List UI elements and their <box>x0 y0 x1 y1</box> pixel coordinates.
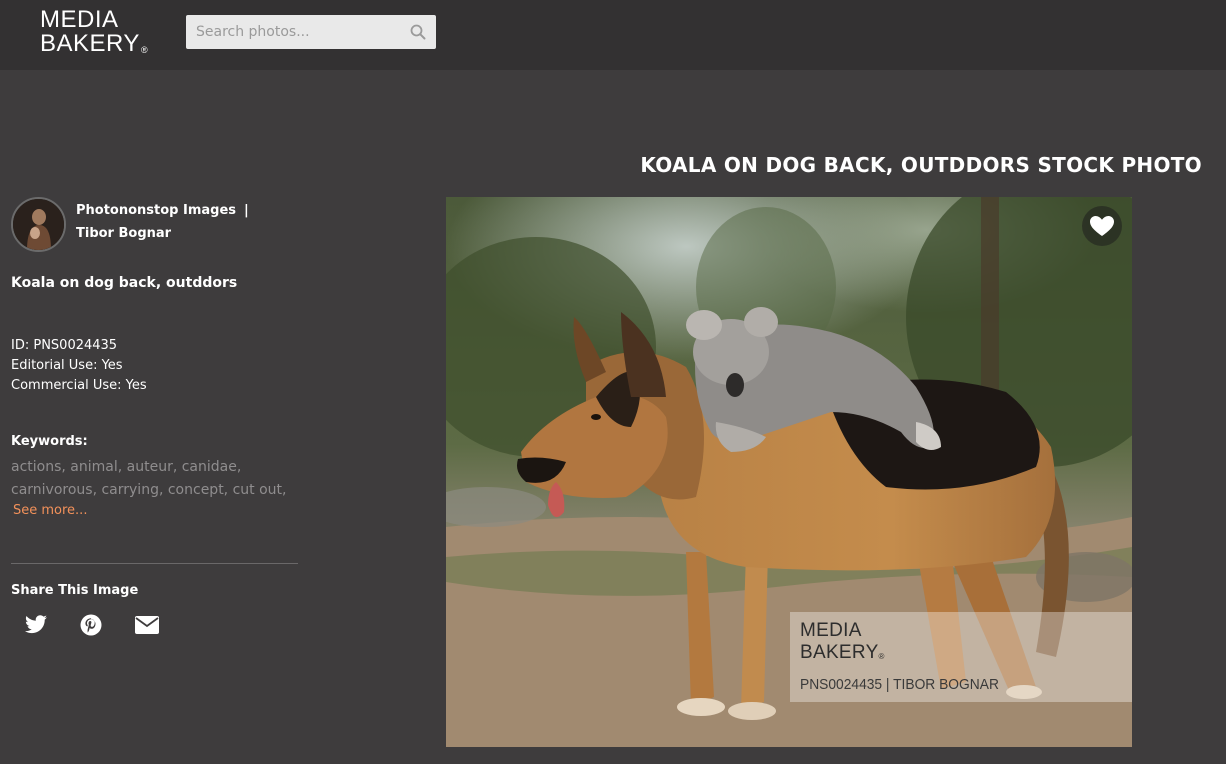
see-more-keywords-link[interactable]: See more... <box>13 503 87 518</box>
keywords-line-1[interactable]: actions, animal, auteur, canidae, <box>11 456 306 479</box>
image-description: Koala on dog back, outddors <box>11 275 238 291</box>
share-label: Share This Image <box>11 583 139 598</box>
watermark-logo-line-2: BAKERY <box>800 642 879 663</box>
keywords-label: Keywords: <box>11 434 88 449</box>
twitter-icon[interactable] <box>24 614 48 636</box>
author-separator: | <box>244 203 249 218</box>
favorite-heart-button[interactable] <box>1082 206 1122 246</box>
keywords-line-2[interactable]: carnivorous, carrying, concept, cut out, <box>11 479 306 502</box>
sidebar-divider <box>11 563 298 564</box>
logo-line-1: MEDIA <box>40 6 119 33</box>
logo-line-2: BAKERY <box>40 30 140 57</box>
top-header: MEDIA BAKERY® <box>0 0 1226 70</box>
agency-link[interactable]: Photononstop Images <box>76 203 236 218</box>
watermark-code: PNS0024435 | TIBOR BOGNAR <box>800 676 999 693</box>
image-metadata: ID: PNS0024435 Editorial Use: Yes Commer… <box>11 336 147 396</box>
watermark-logo-line-1: MEDIA <box>800 620 862 641</box>
image-watermark: MEDIA BAKERY® PNS0024435 | TIBOR BOGNAR <box>790 612 1132 702</box>
email-icon[interactable] <box>135 614 159 636</box>
watermark-registered-mark: ® <box>878 652 885 661</box>
image-id: ID: PNS0024435 <box>11 338 118 353</box>
keywords-list: actions, animal, auteur, canidae, carniv… <box>11 456 306 502</box>
search-icon[interactable] <box>410 24 426 40</box>
commercial-use: Commercial Use: Yes <box>11 378 147 393</box>
search-box <box>186 15 436 49</box>
pinterest-icon[interactable] <box>80 614 104 636</box>
page-title: KOALA ON DOG BACK, OUTDDORS STOCK PHOTO <box>640 153 1202 177</box>
heart-icon <box>1090 216 1114 236</box>
photographer-link[interactable]: Tibor Bognar <box>76 222 296 245</box>
search-input[interactable] <box>186 15 401 49</box>
watermark-logo: MEDIA BAKERY® <box>800 620 885 664</box>
logo-registered-mark: ® <box>140 45 149 55</box>
editorial-use: Editorial Use: Yes <box>11 358 123 373</box>
mediabakery-logo[interactable]: MEDIA BAKERY® <box>40 8 170 58</box>
author-credit: Photononstop Images | Tibor Bognar <box>76 199 296 245</box>
author-avatar[interactable] <box>11 197 66 252</box>
